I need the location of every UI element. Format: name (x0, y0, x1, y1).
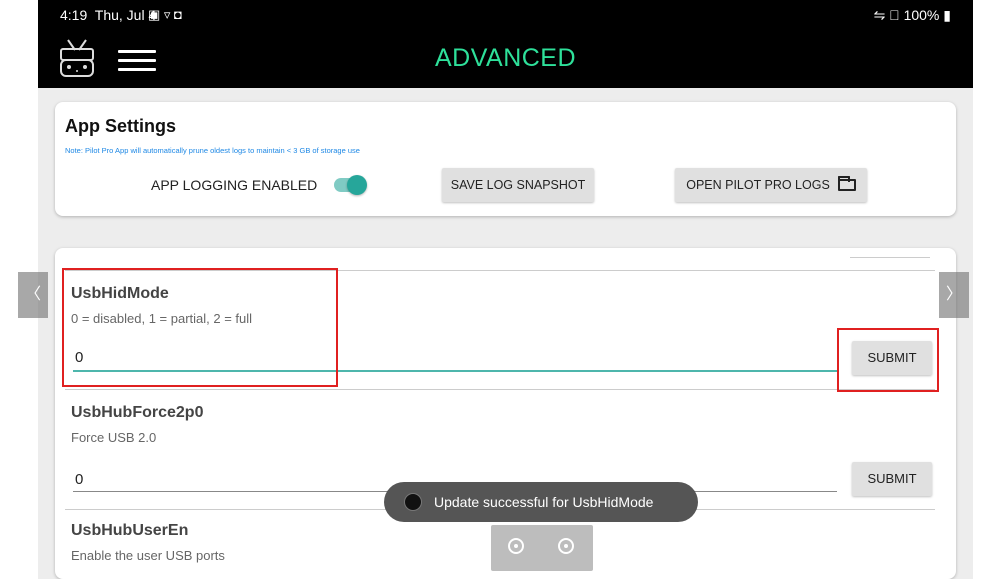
app-settings-card: App Settings Note: Pilot Pro App will au… (55, 102, 956, 216)
logging-toggle[interactable] (334, 175, 367, 195)
signal-icons: ⇋ ⃠ (873, 7, 900, 23)
rotation-controls (491, 525, 593, 571)
status-right: ⇋ ⃠ 100% ▮ (874, 7, 951, 24)
app-settings-heading: App Settings (65, 116, 176, 136)
folder-icon (837, 176, 856, 191)
param-description: Force USB 2.0 (71, 430, 157, 445)
param-name: UsbHubUserEn (71, 522, 189, 539)
submit-usbhubforce2p0-button[interactable]: SUBMIT (852, 462, 932, 496)
app-icon (404, 493, 422, 511)
battery-level: 100% (903, 7, 940, 23)
highlight-box (62, 268, 338, 387)
toggle-knob (347, 175, 367, 195)
logging-label: APP LOGGING ENABLED (151, 177, 318, 193)
prev-arrow-icon[interactable]: 〈 (18, 272, 48, 318)
app-bar: ADVANCED (38, 30, 973, 88)
status-bar: 4:19 Thu, Jul 4 ▣ ▿ ◘ ⇋ ⃠ 100% ▮ (38, 0, 973, 30)
param-name: UsbHubForce2p0 (71, 404, 204, 421)
battery-icon: ▮ (943, 7, 951, 23)
notification-icons: ▣ ▿ ◘ (148, 7, 182, 22)
status-time: 4:19 Thu, Jul 4 (60, 7, 157, 23)
toast-notification: Update successful for UsbHidMode (384, 482, 698, 522)
divider (65, 389, 935, 390)
open-logs-button[interactable]: OPEN PILOT PRO LOGS (675, 168, 867, 202)
open-logs-label: OPEN PILOT PRO LOGS (686, 178, 830, 192)
save-log-snapshot-button[interactable]: SAVE LOG SNAPSHOT (442, 168, 594, 202)
param-description: Enable the user USB ports (71, 548, 225, 563)
rotate-right-icon[interactable] (558, 538, 574, 554)
tablet-screen: 4:19 Thu, Jul 4 ▣ ▿ ◘ ⇋ ⃠ 100% ▮ ADVANCE… (38, 0, 973, 579)
rotate-left-icon[interactable] (508, 538, 524, 554)
next-arrow-icon[interactable]: 〉 (939, 272, 969, 318)
toast-text: Update successful for UsbHidMode (434, 494, 654, 510)
divider (850, 257, 930, 258)
page-title: ADVANCED (434, 44, 577, 72)
highlight-box (837, 328, 939, 392)
storage-note: Note: Pilot Pro App will automatically p… (65, 146, 360, 155)
